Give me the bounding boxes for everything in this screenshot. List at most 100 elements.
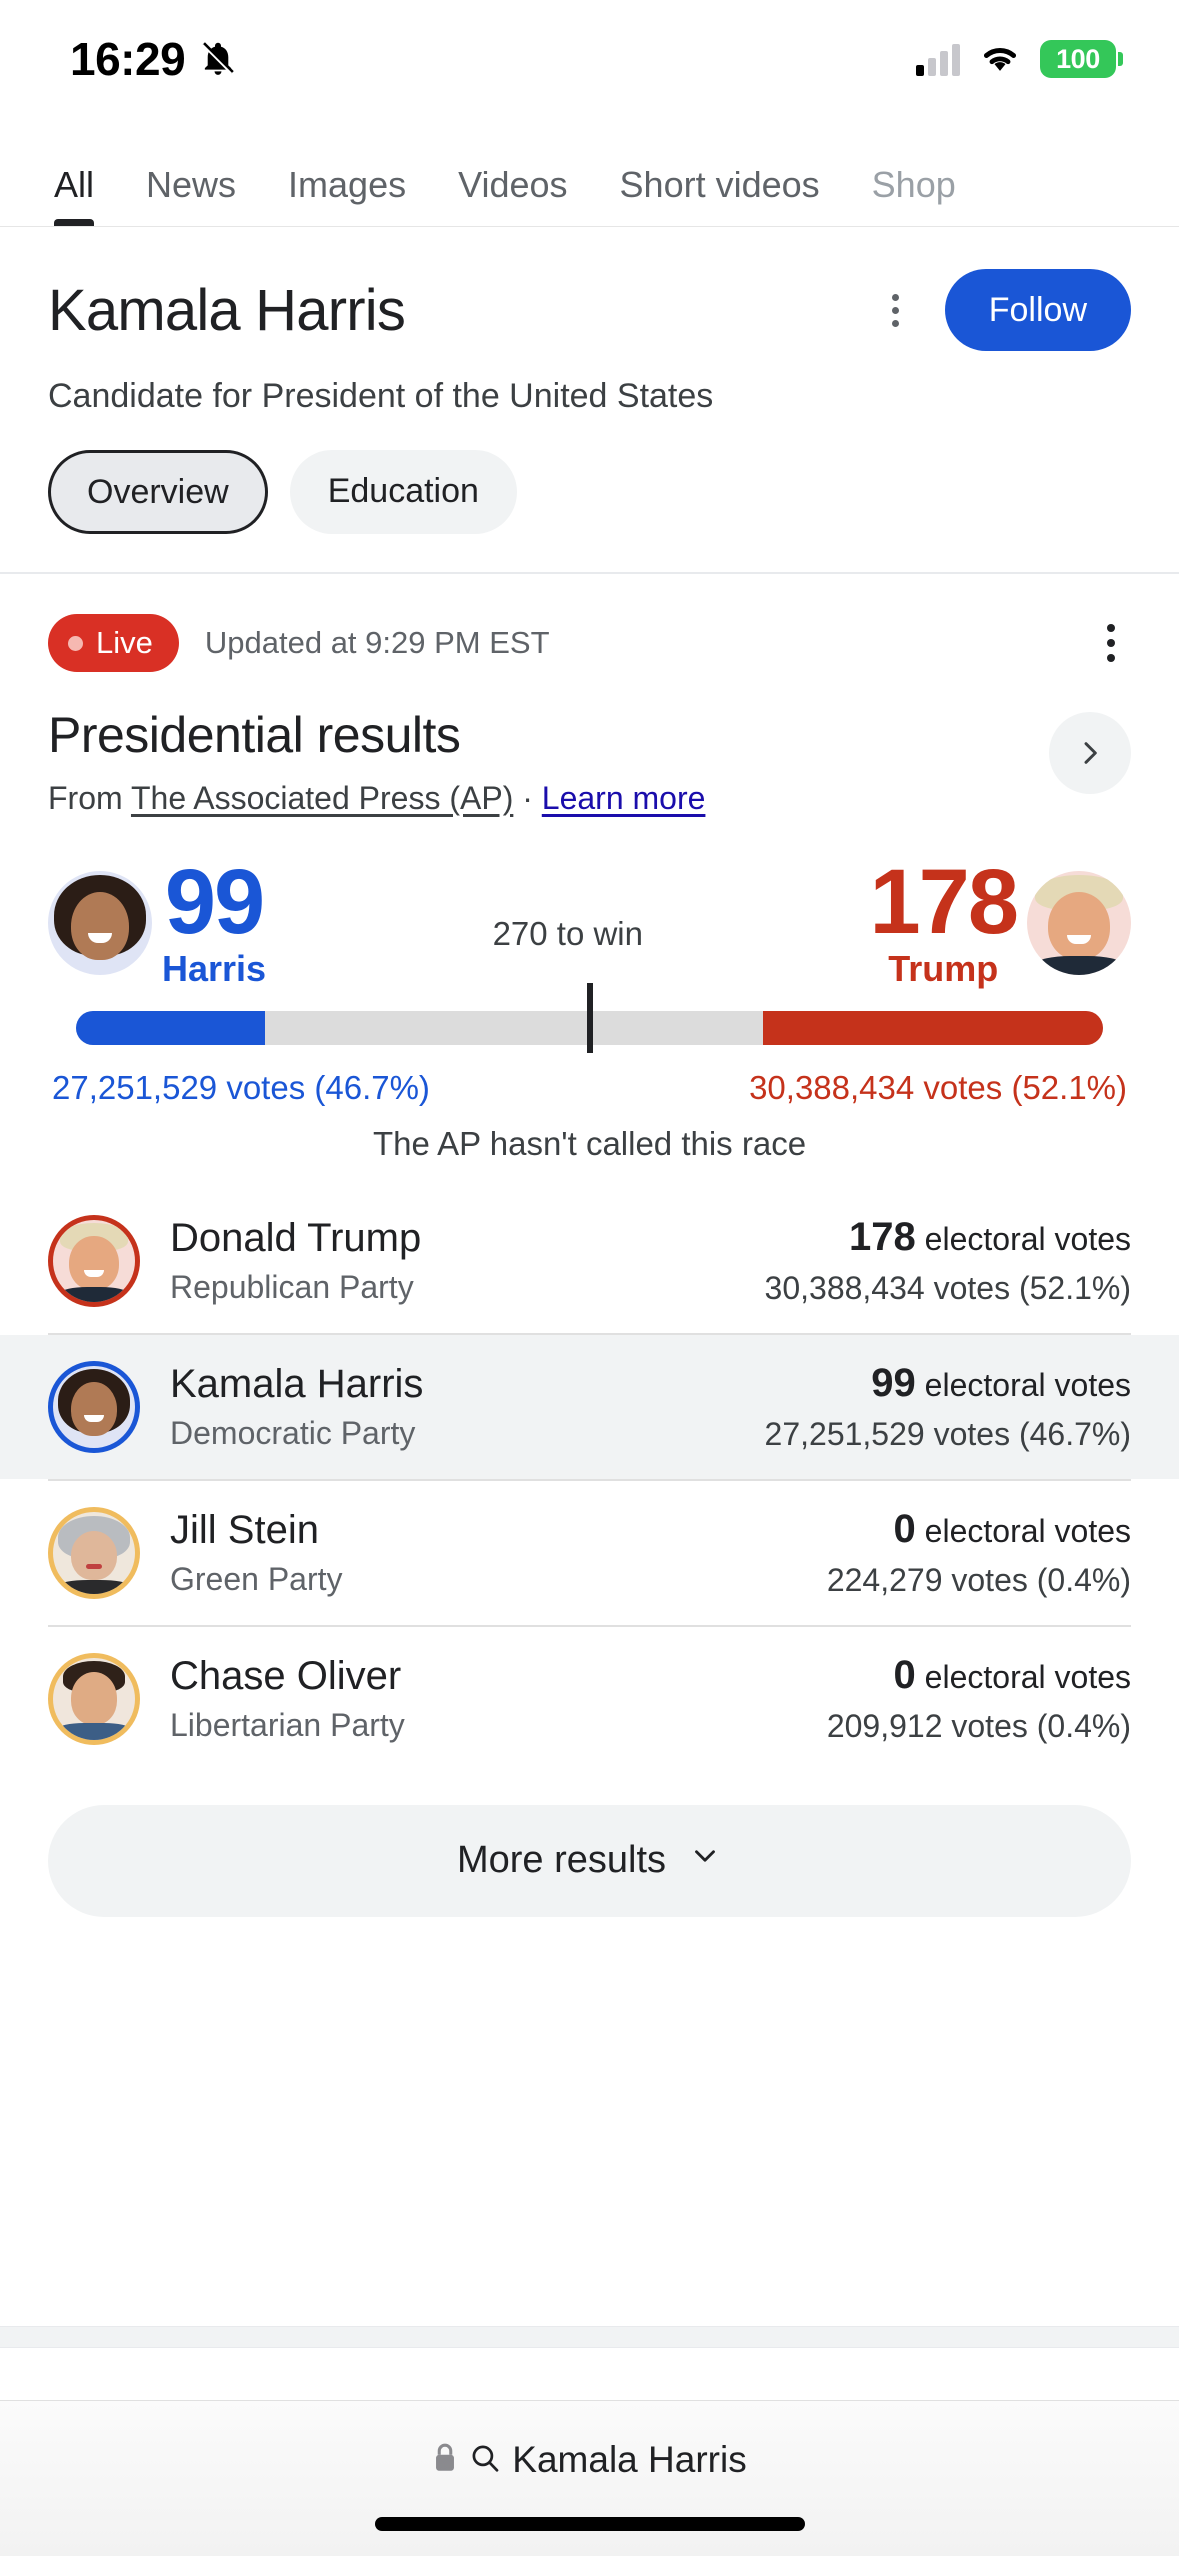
status-badge: Live bbox=[48, 614, 179, 672]
candidate-electoral-count: 0 bbox=[893, 1506, 916, 1551]
candidate-party: Libertarian Party bbox=[170, 1706, 405, 1743]
threshold-marker bbox=[586, 982, 593, 1053]
kamala-harris-avatar bbox=[48, 1360, 140, 1453]
wifi-icon bbox=[978, 40, 1022, 79]
section-break-band bbox=[0, 2326, 1179, 2348]
scoreboard-harris: 99 Harris bbox=[48, 856, 267, 990]
follow-button[interactable]: Follow bbox=[944, 269, 1131, 351]
browser-bottom-bar: Kamala Harris bbox=[0, 2400, 1179, 2556]
harris-popular-votes: 27,251,529 votes (46.7%) bbox=[52, 1068, 430, 1106]
table-row[interactable]: Donald Trump Republican Party 178 electo… bbox=[0, 1189, 1179, 1333]
tab-videos[interactable]: Videos bbox=[432, 118, 593, 226]
results-header-text: Presidential results From The Associated… bbox=[48, 706, 705, 817]
results-title: Presidential results bbox=[48, 707, 461, 763]
candidate-party: Democratic Party bbox=[170, 1414, 416, 1451]
address-bar[interactable]: Kamala Harris bbox=[432, 2401, 747, 2481]
race-not-called-note: The AP hasn't called this race bbox=[372, 1124, 807, 1162]
lock-icon bbox=[432, 2442, 458, 2479]
electoral-vote-bar bbox=[48, 982, 1131, 1053]
electoral-scoreboard: 99 Harris 270 to win 178 Trump bbox=[48, 851, 1131, 990]
search-tabs-bar: All News Images Videos Short videos Shop bbox=[0, 118, 1179, 227]
candidate-identity: Kamala Harris Democratic Party bbox=[48, 1360, 423, 1453]
page-title: Kamala Harris bbox=[48, 277, 406, 343]
entity-actions: Follow bbox=[873, 269, 1131, 351]
electoral-votes-suffix: electoral votes bbox=[915, 1366, 1131, 1403]
donald-trump-avatar bbox=[1027, 870, 1131, 975]
card-overflow-menu-icon[interactable] bbox=[1091, 619, 1131, 667]
tab-news[interactable]: News bbox=[120, 118, 262, 226]
entity-title-row: Kamala Harris Follow bbox=[48, 269, 1131, 351]
live-status-left: Live Updated at 9:29 PM EST bbox=[48, 614, 550, 672]
trump-score-block: 178 Trump bbox=[869, 851, 1019, 990]
candidate-party: Republican Party bbox=[170, 1268, 414, 1305]
tab-images[interactable]: Images bbox=[262, 118, 432, 226]
presidential-results-card: Live Updated at 9:29 PM EST Presidential… bbox=[0, 574, 1179, 1163]
tab-shopping[interactable]: Shop bbox=[846, 118, 982, 226]
entity-subtitle: Candidate for President of the United St… bbox=[48, 377, 714, 415]
entity-header: Kamala Harris Follow Candidate for Presi… bbox=[0, 227, 1179, 572]
more-results-button[interactable]: More results bbox=[48, 1804, 1131, 1917]
learn-more-link[interactable]: Learn more bbox=[542, 780, 706, 816]
harris-bar-segment bbox=[76, 1010, 265, 1045]
candidate-name: Donald Trump bbox=[170, 1215, 422, 1260]
chip-education[interactable]: Education bbox=[289, 450, 517, 534]
more-results-label: More results bbox=[456, 1839, 667, 1882]
threshold-label: 270 to win bbox=[492, 915, 643, 952]
candidate-popular-votes: 209,912 votes (0.4%) bbox=[826, 1707, 1131, 1744]
candidate-text: Donald Trump Republican Party bbox=[170, 1216, 421, 1306]
candidate-electoral-votes: 0 electoral votes bbox=[827, 1653, 1131, 1698]
candidate-figures: 0 electoral votes 209,912 votes (0.4%) bbox=[827, 1653, 1131, 1745]
donald-trump-avatar bbox=[48, 1214, 140, 1307]
table-row[interactable]: Kamala Harris Democratic Party 99 electo… bbox=[0, 1334, 1179, 1479]
table-row[interactable]: Jill Stein Green Party 0 electoral votes… bbox=[0, 1481, 1179, 1625]
battery-indicator: 100 bbox=[1040, 40, 1123, 78]
candidate-text: Jill Stein Green Party bbox=[170, 1508, 343, 1598]
kebab-menu-icon[interactable] bbox=[873, 287, 919, 333]
chip-overview[interactable]: Overview bbox=[48, 450, 268, 534]
table-row[interactable]: Chase Oliver Libertarian Party 0 elector… bbox=[0, 1627, 1179, 1771]
candidate-party: Green Party bbox=[170, 1560, 343, 1597]
candidate-electoral-count: 99 bbox=[871, 1360, 916, 1405]
candidate-identity: Jill Stein Green Party bbox=[48, 1506, 343, 1599]
kamala-harris-avatar bbox=[48, 870, 152, 975]
popular-vote-row: 27,251,529 votes (46.7%) 30,388,434 vote… bbox=[48, 1069, 1131, 1107]
candidate-identity: Chase Oliver Libertarian Party bbox=[48, 1652, 405, 1745]
harris-name-label: Harris bbox=[162, 948, 267, 990]
trump-name-label: Trump bbox=[888, 948, 999, 990]
results-source-line: From The Associated Press (AP) · Learn m… bbox=[48, 780, 705, 817]
electoral-votes-suffix: electoral votes bbox=[915, 1220, 1131, 1257]
live-label: Live bbox=[96, 625, 153, 660]
updated-timestamp: Updated at 9:29 PM EST bbox=[204, 625, 550, 660]
candidate-electoral-count: 0 bbox=[893, 1652, 916, 1697]
source-separator: · bbox=[513, 780, 542, 816]
search-tabs[interactable]: All News Images Videos Short videos Shop bbox=[0, 118, 1179, 226]
candidate-name: Jill Stein bbox=[170, 1507, 319, 1552]
chevron-right-icon bbox=[1074, 737, 1106, 769]
tab-short-videos[interactable]: Short videos bbox=[594, 118, 846, 226]
source-prefix: From bbox=[48, 780, 131, 816]
expand-results-button[interactable] bbox=[1049, 712, 1131, 794]
candidate-figures: 178 electoral votes 30,388,434 votes (52… bbox=[765, 1215, 1131, 1307]
more-results-wrap: More results bbox=[0, 1771, 1179, 1917]
status-bar-left: 16:29 bbox=[70, 32, 237, 86]
candidate-electoral-votes: 0 electoral votes bbox=[827, 1507, 1131, 1552]
source-name[interactable]: The Associated Press (AP) bbox=[131, 780, 513, 816]
harris-score-block: 99 Harris bbox=[162, 856, 267, 990]
status-bar-right: 100 bbox=[916, 40, 1123, 79]
status-bar: 16:29 100 bbox=[0, 0, 1179, 118]
candidate-popular-votes: 224,279 votes (0.4%) bbox=[826, 1561, 1131, 1598]
trump-popular-votes: 30,388,434 votes (52.1%) bbox=[749, 1068, 1127, 1106]
undecided-bar-segment bbox=[265, 1011, 763, 1045]
tab-all[interactable]: All bbox=[28, 118, 120, 226]
candidate-list: Donald Trump Republican Party 178 electo… bbox=[0, 1189, 1179, 1771]
status-time: 16:29 bbox=[70, 33, 186, 85]
search-icon bbox=[470, 2442, 500, 2479]
candidate-electoral-votes: 99 electoral votes bbox=[765, 1361, 1131, 1406]
candidate-text: Chase Oliver Libertarian Party bbox=[170, 1654, 405, 1744]
trump-electoral-count: 178 bbox=[869, 851, 1019, 953]
electoral-votes-suffix: electoral votes bbox=[915, 1658, 1131, 1695]
candidate-popular-votes: 27,251,529 votes (46.7%) bbox=[764, 1415, 1131, 1452]
live-status-row: Live Updated at 9:29 PM EST bbox=[48, 614, 1131, 672]
results-header: Presidential results From The Associated… bbox=[48, 706, 1131, 817]
